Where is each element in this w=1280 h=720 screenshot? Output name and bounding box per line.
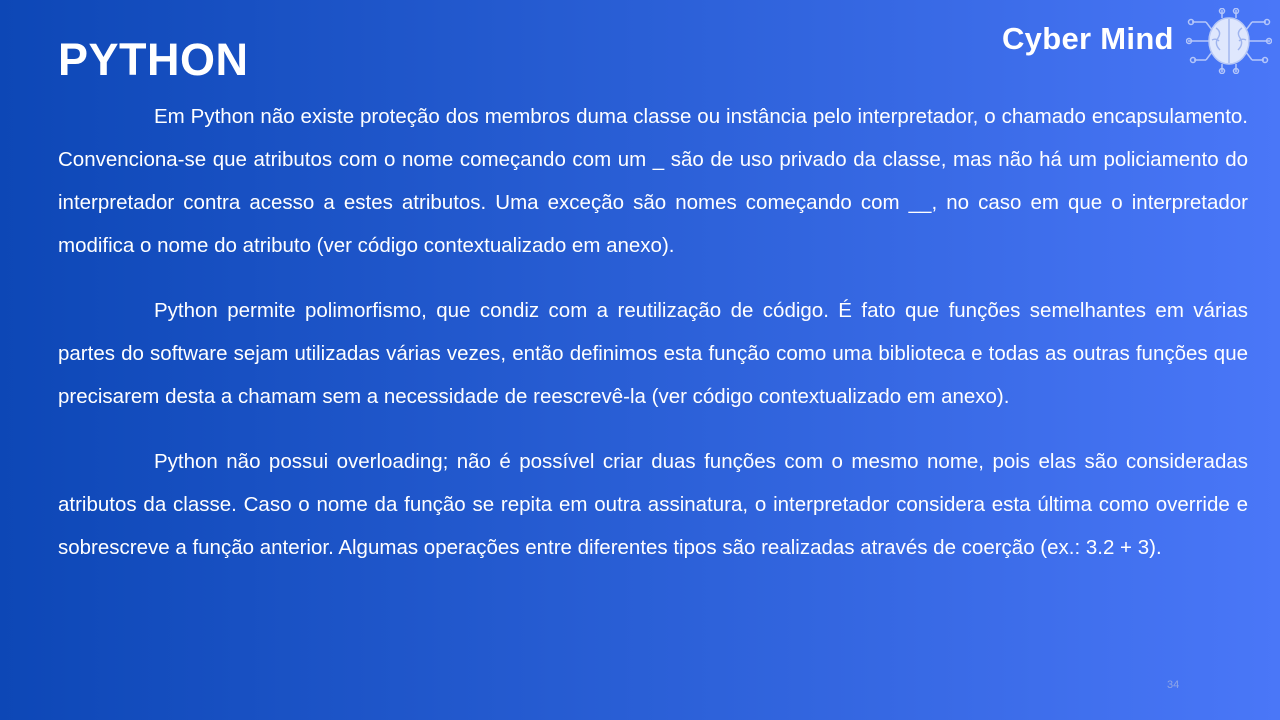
slide-body: Em Python não existe proteção dos membro…: [58, 95, 1248, 569]
paragraph-polymorphism: Python permite polimorfismo, que condiz …: [58, 299, 1248, 408]
page-number: 34: [1167, 679, 1180, 691]
cyber-mind-logo: Cyber Mind: [1002, 7, 1274, 75]
paragraph-encapsulation: Em Python não existe proteção dos membro…: [58, 105, 1248, 257]
slide-title: PYTHON: [58, 34, 249, 85]
slide: PYTHON Cyber Mind Em Python não existe p…: [0, 0, 1280, 720]
paragraph-overloading: Python não possui overloading; não é pos…: [58, 450, 1248, 559]
brain-circuit-icon: [1185, 7, 1273, 79]
logo-text: Cyber Mind: [1002, 21, 1174, 56]
